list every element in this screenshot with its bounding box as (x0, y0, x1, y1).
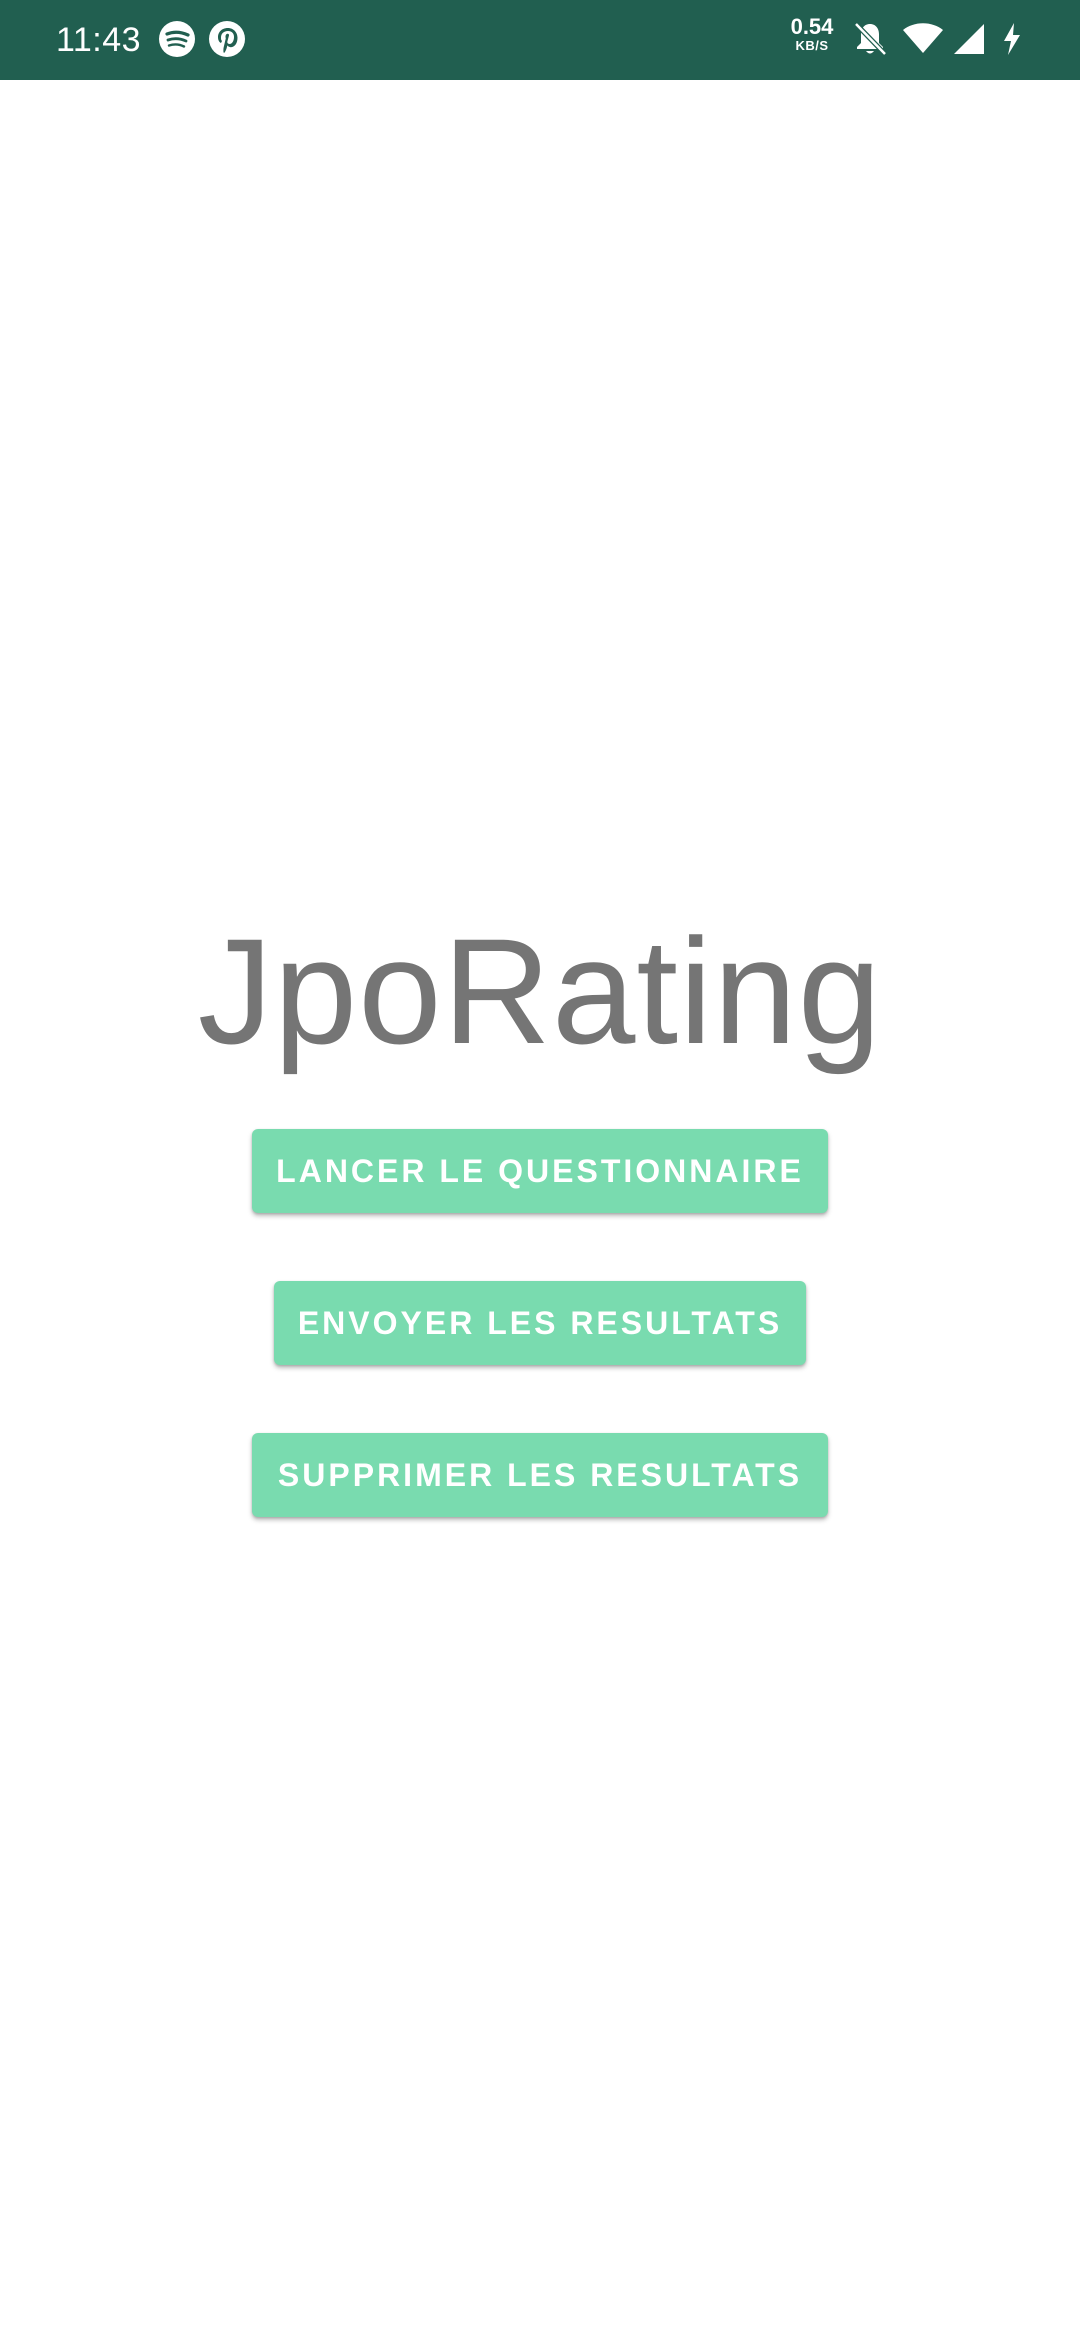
main-content: JpoRating LANCER LE QUESTIONNAIRE ENVOYE… (0, 80, 1080, 2340)
launch-questionnaire-button[interactable]: LANCER LE QUESTIONNAIRE (252, 1129, 828, 1213)
cell-signal-icon (952, 20, 986, 58)
pinterest-icon (208, 20, 246, 58)
wifi-icon (902, 20, 944, 58)
status-bar: 11:43 0.54 KB/S (0, 0, 1080, 80)
network-speed-value: 0.54 (790, 14, 834, 39)
network-speed-indicator: 0.54 KB/S (786, 16, 838, 54)
app-title: JpoRating (197, 907, 883, 1075)
charging-icon (1000, 20, 1024, 58)
send-results-button[interactable]: ENVOYER LES RESULTATS (274, 1281, 806, 1365)
spotify-icon (158, 20, 196, 58)
network-speed-unit: KB/S (795, 38, 829, 53)
bell-off-icon (852, 20, 888, 58)
status-time: 11:43 (56, 21, 142, 59)
delete-results-button[interactable]: SUPPRIMER LES RESULTATS (252, 1433, 828, 1517)
